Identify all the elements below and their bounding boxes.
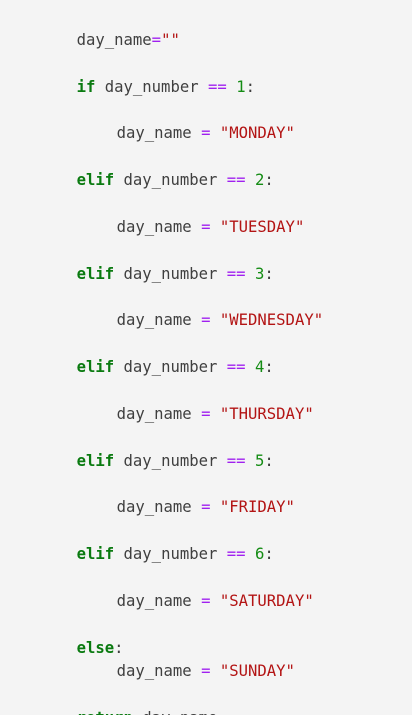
- code-token: ==: [208, 78, 227, 96]
- code-token: "SATURDAY": [219, 592, 314, 610]
- code-line-3: day_name = "MONDAY": [79, 106, 295, 142]
- code-token: "WEDNESDAY": [219, 311, 324, 329]
- code-line-11: day_name = "FRIDAY": [79, 480, 295, 516]
- code-token: ==: [226, 358, 246, 376]
- code-token: day_name: [116, 311, 202, 329]
- code-line-15: day_name = "SUNDAY": [79, 644, 295, 680]
- code-token: day_name: [116, 124, 202, 142]
- code-token: 4: [254, 358, 265, 376]
- code-token: day_name: [116, 662, 202, 680]
- code-token: day_number: [114, 545, 227, 563]
- code-token: "FRIDAY": [219, 498, 295, 516]
- code-token: 2: [254, 171, 265, 189]
- code-token: day_name: [116, 592, 202, 610]
- code-token: 5: [254, 452, 265, 470]
- code-token: day_number: [114, 358, 227, 376]
- code-token: 3: [254, 265, 265, 283]
- code-token: elif: [76, 171, 115, 189]
- code-line-9: day_name = "THURSDAY": [79, 387, 314, 423]
- code-line-13: day_name = "SATURDAY": [79, 574, 314, 610]
- code-token: :: [264, 452, 274, 470]
- code-token: day_number: [114, 452, 227, 470]
- code-token: ==: [226, 545, 246, 563]
- code-token: ==: [226, 171, 246, 189]
- code-line-4: elif day_number == 2:: [39, 153, 274, 189]
- code-token: day_number: [114, 265, 227, 283]
- code-token: ==: [226, 265, 246, 283]
- code-token: 1: [236, 78, 246, 96]
- code-token: elif: [76, 545, 115, 563]
- code-token: "THURSDAY": [219, 405, 314, 423]
- code-token: elif: [76, 265, 115, 283]
- code-line-8: elif day_number == 4:: [39, 340, 274, 376]
- code-token: day_name: [133, 709, 217, 715]
- code-token: "SUNDAY": [219, 662, 295, 680]
- code-line-6: elif day_number == 3:: [39, 247, 274, 283]
- code-line-2: if day_number == 1:: [39, 60, 255, 96]
- code-token: day_name: [116, 405, 202, 423]
- code-line-14: else:: [39, 621, 124, 657]
- code-token: elif: [76, 358, 115, 376]
- code-line-5: day_name = "TUESDAY": [79, 200, 305, 236]
- code-line-1: day_name="": [39, 13, 180, 49]
- code-token: ==: [226, 452, 246, 470]
- code-token: =: [151, 31, 162, 49]
- code-token: :: [264, 171, 274, 189]
- code-token: :: [264, 358, 274, 376]
- code-token: "": [161, 31, 180, 49]
- code-token: if: [76, 78, 96, 96]
- code-token: :: [264, 265, 274, 283]
- code-line-16: return day_name: [39, 691, 218, 715]
- code-token: :: [264, 545, 274, 563]
- code-token: return: [77, 709, 133, 715]
- code-token: elif: [76, 452, 115, 470]
- code-line-10: elif day_number == 5:: [39, 434, 274, 470]
- code-token: day_name: [116, 498, 202, 516]
- code-token: "MONDAY": [219, 124, 295, 142]
- code-line-12: elif day_number == 6:: [39, 527, 274, 563]
- code-block: day_name="" if day_number == 1: day_name…: [0, 0, 412, 715]
- code-token: day_name: [76, 31, 152, 49]
- code-token: day_number: [114, 171, 227, 189]
- code-token: :: [245, 78, 255, 96]
- code-token: 6: [254, 545, 265, 563]
- code-token: day_number: [95, 78, 209, 96]
- code-token: day_name: [116, 218, 202, 236]
- code-token: "TUESDAY": [219, 218, 305, 236]
- code-line-7: day_name = "WEDNESDAY": [79, 293, 324, 329]
